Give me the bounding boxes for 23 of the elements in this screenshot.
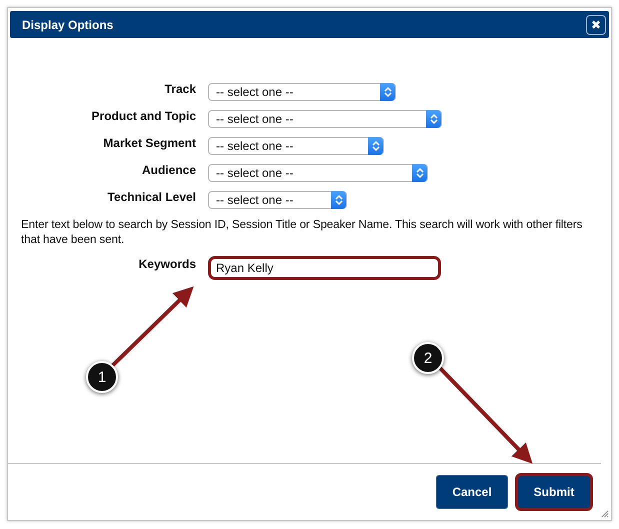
close-button[interactable]: ✖ (586, 14, 606, 34)
field-label: Keywords (138, 256, 196, 271)
field-label: Track (164, 81, 196, 96)
field-label: Audience (140, 162, 196, 177)
up-down-chevron-icon (416, 166, 424, 178)
up-down-chevron-icon (384, 86, 392, 98)
dialog-button[interactable]: Submit (515, 473, 593, 511)
help-text: Enter text below to search by Session ID, Session Title or Speaker Name. This search will work with other filters that have been sent. (21, 217, 584, 247)
dropdown[interactable]: -- select one -- (208, 110, 442, 128)
resize-grip-icon[interactable] (600, 509, 609, 518)
dialog-button[interactable]: Cancel (436, 475, 508, 509)
keywords-field[interactable]: Ryan Kelly (208, 256, 441, 280)
up-down-chevron-icon (430, 112, 438, 124)
up-down-chevron-icon (334, 194, 342, 206)
dropdown[interactable]: -- select one -- (208, 82, 396, 100)
dropdown[interactable]: -- select one -- (208, 136, 384, 154)
dropdown[interactable]: -- select one -- (208, 164, 428, 182)
up-down-chevron-icon (372, 140, 380, 152)
field-label: Market Segment (102, 135, 196, 150)
field-label: Product and Topic (90, 108, 196, 123)
dropdown[interactable]: -- select one -- (208, 190, 347, 208)
dialog-title: Display Options (22, 18, 114, 32)
field-label: Technical Level (106, 189, 196, 204)
